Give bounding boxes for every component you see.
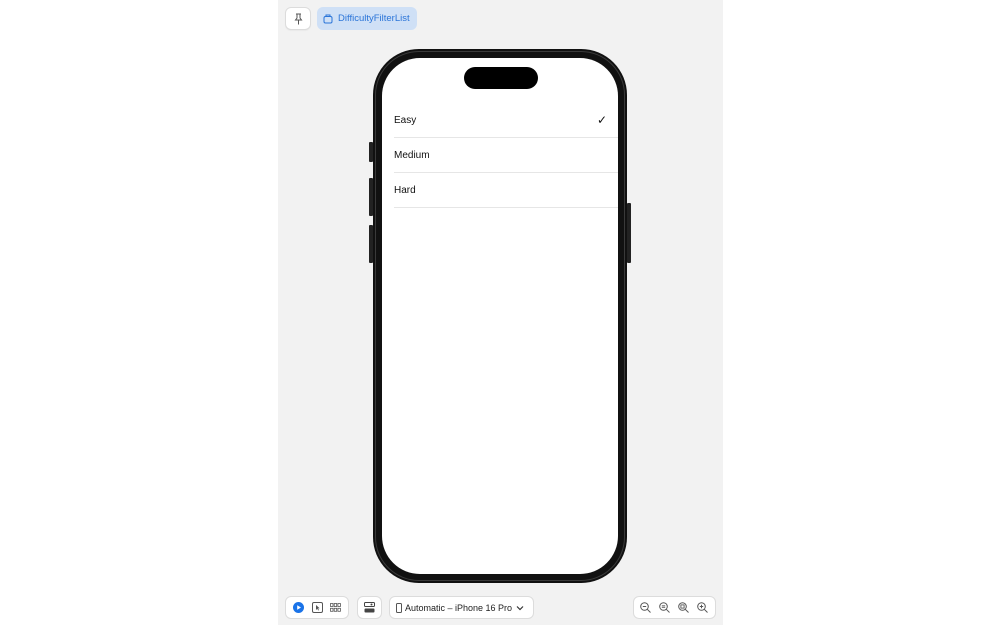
preview-name-label: DifficultyFilterList: [338, 13, 410, 24]
pin-icon: [294, 13, 302, 24]
volume-up-button: [369, 178, 373, 216]
list-row-hard[interactable]: Hard: [394, 173, 618, 208]
volume-down-button: [369, 225, 373, 263]
action-button: [369, 142, 373, 162]
cursor-select-icon: [311, 602, 323, 613]
grid-icon: [330, 603, 341, 612]
row-label: Hard: [394, 184, 416, 196]
dynamic-island: [464, 67, 538, 89]
checkmark-icon: ✓: [596, 113, 607, 127]
zoom-in-button[interactable]: [693, 597, 712, 618]
row-label: Medium: [394, 149, 430, 161]
device-settings-button[interactable]: [360, 597, 379, 618]
canvas-settings-group: [357, 596, 382, 619]
list-row-easy[interactable]: Easy ✓: [394, 103, 618, 138]
zoom-out-icon: [640, 602, 651, 613]
preview-name-chip[interactable]: DifficultyFilterList: [317, 7, 417, 30]
play-circle-icon: [292, 602, 304, 613]
zoom-100-button[interactable]: [655, 597, 674, 618]
zoom-to-fit-icon: [678, 602, 689, 613]
iphone-frame: Easy ✓ Medium Hard: [369, 49, 631, 583]
pin-button[interactable]: [285, 7, 311, 30]
device-settings-icon: [364, 602, 375, 613]
list-row-medium[interactable]: Medium: [394, 138, 618, 173]
difficulty-list: Easy ✓ Medium Hard: [394, 103, 618, 208]
live-preview-button[interactable]: [289, 597, 308, 618]
zoom-out-button[interactable]: [636, 597, 655, 618]
zoom-to-fit-button[interactable]: [674, 597, 693, 618]
power-button: [627, 203, 631, 263]
row-label: Easy: [394, 114, 417, 126]
preview-canvas: DifficultyFilterList Easy ✓ Medium Hard: [278, 0, 723, 625]
preview-cube-icon: [323, 14, 333, 23]
zoom-controls: [633, 596, 716, 619]
device-screen: Easy ✓ Medium Hard: [382, 58, 618, 574]
variants-button[interactable]: [326, 597, 345, 618]
zoom-actual-size-icon: [659, 602, 670, 613]
chevron-down-icon: [516, 605, 524, 610]
preview-mode-group: [285, 596, 349, 619]
device-selector-label: Automatic – iPhone 16 Pro: [405, 602, 513, 613]
device-selector[interactable]: Automatic – iPhone 16 Pro: [389, 596, 534, 619]
iphone-icon: [396, 602, 402, 613]
selectable-mode-button[interactable]: [308, 597, 327, 618]
zoom-in-icon: [697, 602, 708, 613]
